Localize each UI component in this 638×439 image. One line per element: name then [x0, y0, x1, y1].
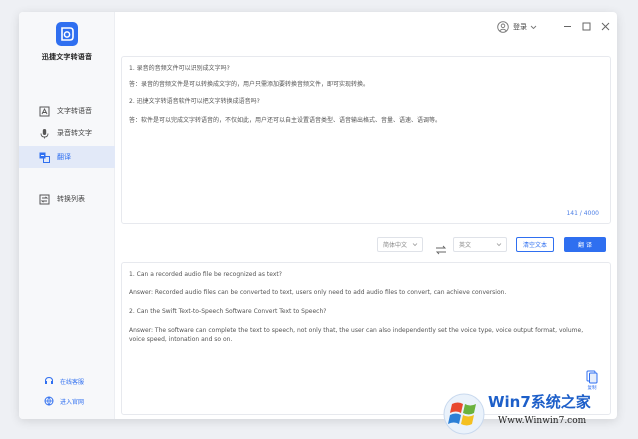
avatar-icon — [497, 21, 509, 33]
output-line: Answer: Recorded audio files can be conv… — [129, 289, 507, 296]
watermark-title: Win7系统之家 — [488, 393, 591, 411]
character-counter: 141 / 4000 — [566, 210, 599, 217]
website-icon — [44, 396, 54, 406]
website-label: 进入官网 — [60, 398, 85, 406]
windows-logo-icon — [443, 393, 485, 435]
sidebar-item-label: 文字转语音 — [57, 107, 92, 115]
text-to-speech-icon — [39, 106, 50, 117]
swap-languages-icon[interactable] — [435, 240, 447, 255]
output-line: 2. Can the Swift Text-to-Speech Software… — [129, 308, 327, 315]
website-link[interactable]: 进入官网 — [19, 394, 115, 408]
customer-service-icon — [44, 376, 54, 386]
target-language-value: 英文 — [459, 242, 472, 249]
source-line: 2. 迅捷文字转语音软件可以把文字转换成语音吗? — [129, 98, 260, 105]
login-button[interactable]: 登录 — [497, 20, 537, 34]
close-button[interactable] — [599, 20, 611, 32]
sidebar: 迅捷文字转语音 文字转语音 录音转文字 翻译 转换列表 在线客服 进入官网 — [19, 12, 115, 419]
close-icon — [601, 22, 609, 30]
source-language-value: 简体中文 — [383, 242, 408, 249]
sidebar-item-text-to-speech[interactable]: 文字转语音 — [19, 100, 115, 122]
output-line: 1. Can a recorded audio file be recogniz… — [129, 271, 282, 278]
watermark-url: Www.Winwin7.com — [498, 416, 587, 426]
sidebar-item-label: 翻译 — [57, 153, 71, 161]
translate-button[interactable]: 翻 译 — [564, 237, 606, 252]
maximize-icon — [582, 22, 590, 30]
output-line: Answer: The software can complete the te… — [129, 327, 584, 334]
sidebar-item-speech-to-text[interactable]: 录音转文字 — [19, 122, 115, 144]
source-line: 答：软件是可以完成文字转语音的，不仅如此，用户还可以自主设置语音类型、语音输出格… — [129, 117, 442, 124]
copy-icon — [586, 370, 598, 384]
translate-icon — [39, 152, 50, 163]
target-language-select[interactable]: 英文 — [453, 237, 507, 252]
app-window: 迅捷文字转语音 文字转语音 录音转文字 翻译 转换列表 在线客服 进入官网 登录… — [19, 12, 617, 419]
output-line: voice speed, intonation and so on. — [129, 336, 233, 343]
minimize-button[interactable] — [561, 20, 573, 32]
microphone-icon — [39, 128, 50, 139]
source-text-input[interactable]: 1. 录音的音频文件可以识别成文字吗? 答：录音的音频文件是可以转换成文字的，用… — [121, 56, 611, 224]
source-language-select[interactable]: 简体中文 — [377, 237, 423, 252]
customer-service-label: 在线客服 — [60, 378, 85, 386]
chevron-down-icon — [412, 242, 418, 249]
watermark: Win7系统之家 Www.Winwin7.com — [440, 388, 638, 439]
chevron-down-icon — [496, 242, 502, 249]
sidebar-item-label: 录音转文字 — [57, 129, 92, 137]
customer-service-link[interactable]: 在线客服 — [19, 374, 115, 388]
title-bar: 登录 — [115, 12, 617, 42]
app-logo-icon — [56, 22, 78, 46]
chevron-down-icon — [530, 25, 537, 30]
app-name: 迅捷文字转语音 — [41, 53, 93, 61]
sidebar-item-translate[interactable]: 翻译 — [19, 146, 115, 168]
source-line: 答：录音的音频文件是可以转换成文字的，用户只需添加要转换音频文件，即可实现转换。 — [129, 81, 370, 88]
convert-list-icon — [39, 194, 50, 205]
login-label: 登录 — [513, 23, 527, 31]
source-line: 1. 录音的音频文件可以识别成文字吗? — [129, 65, 230, 72]
minimize-icon — [563, 25, 571, 27]
clear-text-button[interactable]: 清空文本 — [516, 237, 554, 252]
sidebar-item-label: 转换列表 — [57, 195, 85, 203]
sidebar-item-convert-list[interactable]: 转换列表 — [19, 188, 115, 210]
maximize-button[interactable] — [580, 20, 592, 32]
